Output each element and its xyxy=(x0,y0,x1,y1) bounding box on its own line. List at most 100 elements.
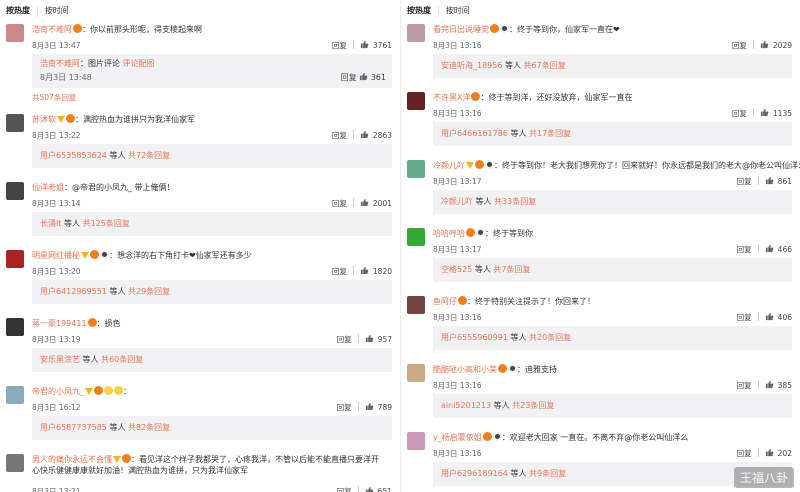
like-icon[interactable] xyxy=(760,108,769,117)
reply-user[interactable]: aini5201213 xyxy=(441,401,491,410)
reply-user[interactable]: 浩南不难阿 xyxy=(40,59,80,68)
reply-user[interactable]: 用户6412969551 xyxy=(40,287,107,296)
avatar[interactable] xyxy=(407,432,425,450)
replies-summary[interactable]: 安迪听海_18956 等人 共67条回复 xyxy=(433,54,792,78)
like-icon[interactable] xyxy=(359,72,368,86)
comment-username[interactable]: 鱼阿仔 xyxy=(433,297,457,306)
more-replies-link[interactable]: 共60条回复 xyxy=(101,355,143,364)
avatar[interactable] xyxy=(6,24,24,42)
avatar[interactable] xyxy=(407,296,425,314)
more-replies-link[interactable]: 共125条回复 xyxy=(83,219,130,228)
comment-username[interactable]: 浩南不难阿 xyxy=(32,25,72,34)
more-replies-link[interactable]: 共17条回复 xyxy=(529,129,571,138)
more-replies-link[interactable]: 共9条回复 xyxy=(529,469,566,478)
reply-button[interactable]: 回复 xyxy=(732,109,747,118)
comment-username[interactable]: 蒋一豪199411 xyxy=(32,319,87,328)
like-icon[interactable] xyxy=(360,266,369,275)
replies-summary[interactable]: 长涌It 等人 共125条回复 xyxy=(32,212,392,236)
more-replies-link[interactable]: 共23条回复 xyxy=(512,401,554,410)
reply-user[interactable]: 安乐黑涂艺 xyxy=(40,355,80,364)
like-icon[interactable] xyxy=(765,244,774,253)
avatar[interactable] xyxy=(407,160,425,178)
like-icon[interactable] xyxy=(760,40,769,49)
more-replies-link[interactable]: 共82条回复 xyxy=(128,423,170,432)
sort-by-hot[interactable]: 按热度 xyxy=(407,5,431,16)
replies-summary[interactable]: 用户6587737585 等人 共82条回复 xyxy=(32,416,392,440)
more-replies-link[interactable]: 共507条回复 xyxy=(32,92,76,103)
replies-summary[interactable]: 用户6412969551 等人 共29条回复 xyxy=(32,280,392,304)
reply-button[interactable]: 回复 xyxy=(337,335,352,344)
avatar[interactable] xyxy=(407,228,425,246)
like-icon[interactable] xyxy=(360,130,369,139)
comment-username[interactable]: 仙洋老姐 xyxy=(32,183,64,192)
avatar[interactable] xyxy=(6,250,24,268)
image-comment-link[interactable]: 评论配图 xyxy=(123,59,155,68)
more-replies-link[interactable]: 共29条回复 xyxy=(128,287,170,296)
comment-username[interactable]: 酷酷哒小高和小美 xyxy=(433,365,497,374)
comment-username[interactable]: 明星网红播秘 xyxy=(32,251,80,260)
sort-by-time[interactable]: 按时间 xyxy=(446,5,470,16)
replies-summary[interactable]: 用户6555960991 等人 共20条回复 xyxy=(433,326,792,350)
avatar[interactable] xyxy=(407,364,425,382)
avatar[interactable] xyxy=(6,318,24,336)
replies-summary[interactable]: 冷颜儿吖 等人 共33条回复 xyxy=(433,190,792,214)
reply-button[interactable]: 回复 xyxy=(332,131,347,140)
reply-button[interactable]: 回复 xyxy=(332,199,347,208)
like-icon[interactable] xyxy=(365,334,374,343)
reply-button[interactable]: 回复 xyxy=(332,41,347,50)
like-icon[interactable] xyxy=(765,448,774,457)
reply-user[interactable]: 安迪听海_18956 xyxy=(441,61,502,70)
comment-username[interactable]: 冷颜儿吖 xyxy=(433,161,465,170)
reply-button[interactable]: 回复 xyxy=(737,449,752,458)
sort-by-hot[interactable]: 按热度 xyxy=(6,5,30,16)
reply-user[interactable]: 用户6466161786 xyxy=(441,129,508,138)
reply-user[interactable]: 用户6587737585 xyxy=(40,423,107,432)
avatar[interactable] xyxy=(6,454,24,472)
replies-summary[interactable]: 用户6466161786 等人 共17条回复 xyxy=(433,122,792,146)
reply-button[interactable]: 回复 xyxy=(732,41,747,50)
more-replies-link[interactable]: 共72条回复 xyxy=(128,151,170,160)
comment-username[interactable]: 哈哈哼哈 xyxy=(433,229,465,238)
like-icon[interactable] xyxy=(365,486,374,492)
more-replies-link[interactable]: 共67条回复 xyxy=(524,61,566,70)
comment-username[interactable]: 男人的痛你永远不会懂 xyxy=(32,455,112,464)
reply-button[interactable]: 回复 xyxy=(332,267,347,276)
comment-username[interactable]: 帝君的小凤九_ xyxy=(32,387,84,396)
comment-username[interactable]: y_杨启蒙依姐 xyxy=(433,433,482,442)
reply-user[interactable]: 用户6555960991 xyxy=(441,333,508,342)
reply-button[interactable]: 回复 xyxy=(341,73,357,82)
avatar[interactable] xyxy=(407,24,425,42)
more-replies-link[interactable]: 共20条回复 xyxy=(529,333,571,342)
like-icon[interactable] xyxy=(365,402,374,411)
reply-user[interactable]: 用户6296189164 xyxy=(441,469,508,478)
replies-summary[interactable]: 安乐黑涂艺 等人 共60条回复 xyxy=(32,348,392,372)
like-icon[interactable] xyxy=(360,198,369,207)
reply-user[interactable]: 空格525 xyxy=(441,265,472,274)
replies-summary[interactable]: aini5201213 等人 共23条回复 xyxy=(433,394,792,418)
reply-button[interactable]: 回复 xyxy=(737,177,752,186)
replies-summary[interactable]: 用户6535853624 等人 共72条回复 xyxy=(32,144,392,168)
more-replies-link[interactable]: 共33条回复 xyxy=(494,197,536,206)
avatar[interactable] xyxy=(407,92,425,110)
avatar[interactable] xyxy=(6,386,24,404)
comment-username[interactable]: 苏沐软 xyxy=(32,115,56,124)
like-icon[interactable] xyxy=(360,40,369,49)
reply-button[interactable]: 回复 xyxy=(337,403,352,412)
reply-button[interactable]: 回复 xyxy=(737,381,752,390)
replies-summary[interactable]: 空格525 等人 共7条回复 xyxy=(433,258,792,282)
comment-username[interactable]: 看完日出说睡觉 xyxy=(433,25,489,34)
reply-button[interactable]: 回复 xyxy=(337,487,352,492)
comment-username[interactable]: 不许黑X洋 xyxy=(433,93,470,102)
avatar[interactable] xyxy=(6,182,24,200)
reply-button[interactable]: 回复 xyxy=(737,245,752,254)
like-icon[interactable] xyxy=(765,380,774,389)
more-replies-link[interactable]: 共7条回复 xyxy=(493,265,530,274)
reply-user[interactable]: 冷颜儿吖 xyxy=(441,197,473,206)
avatar[interactable] xyxy=(6,114,24,132)
sort-by-time[interactable]: 按时间 xyxy=(45,5,69,16)
reply-user[interactable]: 用户6535853624 xyxy=(40,151,107,160)
like-icon[interactable] xyxy=(765,176,774,185)
reply-user[interactable]: 长涌It xyxy=(40,219,62,228)
like-icon[interactable] xyxy=(765,312,774,321)
reply-button[interactable]: 回复 xyxy=(737,313,752,322)
